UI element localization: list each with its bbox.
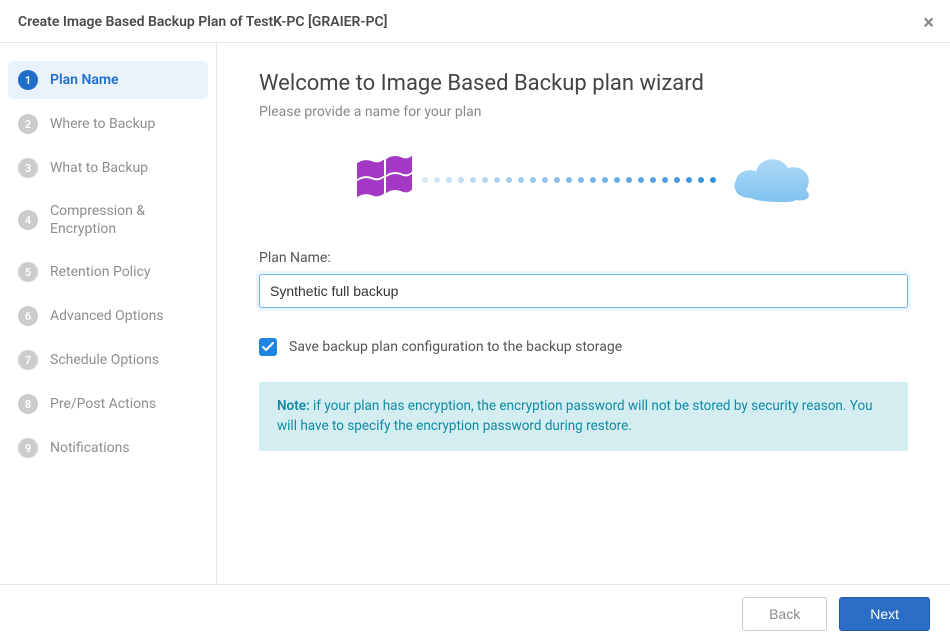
wizard-sidebar: 1 Plan Name 2 Where to Backup 3 What to … [0, 43, 217, 584]
step-number: 7 [18, 350, 38, 370]
dialog-title: Create Image Based Backup Plan of TestK-… [18, 14, 387, 30]
back-button[interactable]: Back [742, 597, 827, 631]
sidebar-step-schedule[interactable]: 7 Schedule Options [8, 341, 208, 379]
step-label: Schedule Options [50, 351, 159, 369]
sidebar-step-prepost[interactable]: 8 Pre/Post Actions [8, 385, 208, 423]
sidebar-step-notifications[interactable]: 9 Notifications [8, 429, 208, 467]
windows-logo-icon [352, 150, 412, 210]
sidebar-step-compression[interactable]: 4 Compression & Encryption [8, 193, 208, 247]
step-number: 5 [18, 262, 38, 282]
cloud-icon [726, 150, 816, 210]
step-number: 2 [18, 114, 38, 134]
note-text: if your plan has encryption, the encrypt… [277, 398, 873, 434]
dialog-header: Create Image Based Backup Plan of TestK-… [0, 0, 950, 42]
note-prefix: Note: [277, 398, 310, 414]
step-label: Where to Backup [50, 115, 155, 133]
step-number: 6 [18, 306, 38, 326]
step-label: Plan Name [50, 71, 119, 89]
sidebar-step-plan-name[interactable]: 1 Plan Name [8, 61, 208, 99]
dialog-body: 1 Plan Name 2 Where to Backup 3 What to … [0, 42, 950, 585]
step-number: 9 [18, 438, 38, 458]
close-icon[interactable]: × [923, 12, 934, 32]
step-label: Advanced Options [50, 307, 164, 325]
step-label: Notifications [50, 439, 130, 457]
save-config-row: Save backup plan configuration to the ba… [259, 338, 908, 356]
plan-name-label: Plan Name: [259, 250, 908, 266]
step-label: Compression & Encryption [50, 202, 198, 238]
page-subtitle: Please provide a name for your plan [259, 104, 908, 120]
page-title: Welcome to Image Based Backup plan wizar… [259, 71, 908, 96]
sidebar-step-advanced[interactable]: 6 Advanced Options [8, 297, 208, 335]
sidebar-step-what[interactable]: 3 What to Backup [8, 149, 208, 187]
save-config-checkbox[interactable] [259, 338, 277, 356]
step-label: What to Backup [50, 159, 148, 177]
encryption-note: Note: if your plan has encryption, the e… [259, 382, 908, 451]
backup-illustration [259, 150, 908, 210]
next-button[interactable]: Next [839, 597, 930, 631]
step-label: Retention Policy [50, 263, 150, 281]
dialog-footer: Back Next [0, 585, 950, 643]
step-number: 1 [18, 70, 38, 90]
step-number: 8 [18, 394, 38, 414]
wizard-main: Welcome to Image Based Backup plan wizar… [217, 43, 950, 584]
plan-name-input[interactable] [259, 274, 908, 308]
step-number: 3 [18, 158, 38, 178]
sidebar-step-retention[interactable]: 5 Retention Policy [8, 253, 208, 291]
step-label: Pre/Post Actions [50, 395, 156, 413]
transfer-dots-icon [422, 177, 716, 183]
sidebar-step-where[interactable]: 2 Where to Backup [8, 105, 208, 143]
step-number: 4 [18, 210, 38, 230]
save-config-label: Save backup plan configuration to the ba… [289, 339, 622, 355]
